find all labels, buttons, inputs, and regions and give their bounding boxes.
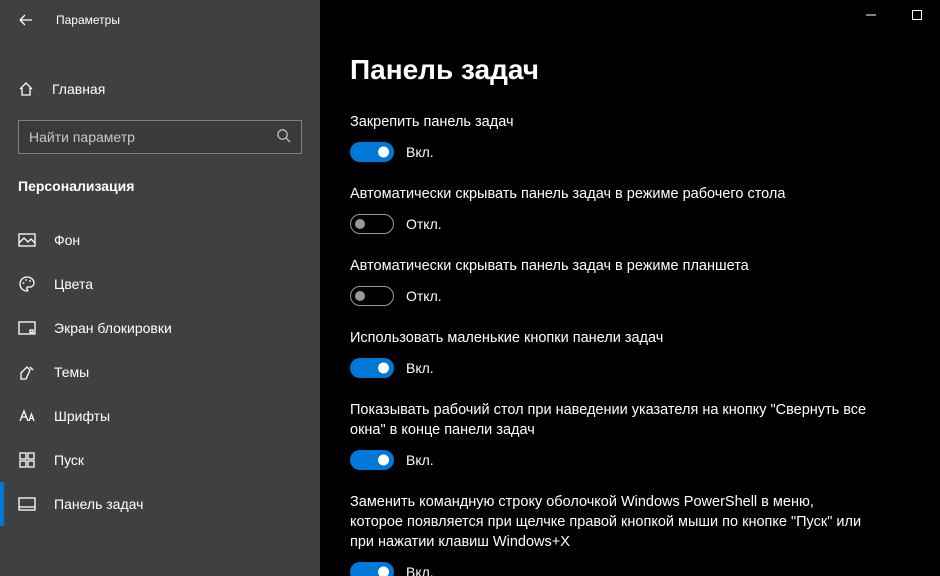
page-title: Панель задач: [350, 54, 910, 86]
setting-label: Использовать маленькие кнопки панели зад…: [350, 328, 870, 348]
search-placeholder: Найти параметр: [29, 129, 135, 145]
setting-label: Заменить командную строку оболочкой Wind…: [350, 492, 870, 552]
fonts-icon: [18, 409, 36, 423]
nav-label: Цвета: [54, 276, 93, 292]
maximize-button[interactable]: [894, 0, 940, 30]
palette-icon: [18, 275, 36, 293]
toggle-autohide-tablet[interactable]: [350, 286, 394, 306]
lockscreen-icon: [18, 321, 36, 335]
search-input[interactable]: Найти параметр: [18, 120, 302, 154]
nav-item-themes[interactable]: Темы: [0, 350, 320, 394]
toggle-state-label: Откл.: [406, 288, 442, 304]
home-nav[interactable]: Главная: [0, 68, 320, 110]
themes-icon: [18, 364, 36, 380]
setting-small-buttons: Использовать маленькие кнопки панели зад…: [350, 328, 870, 378]
setting-autohide-desktop: Автоматически скрывать панель задач в ре…: [350, 184, 870, 234]
toggle-powershell[interactable]: [350, 562, 394, 576]
setting-powershell: Заменить командную строку оболочкой Wind…: [350, 492, 870, 576]
nav-item-taskbar[interactable]: Панель задач: [0, 482, 320, 526]
nav-label: Панель задач: [54, 496, 143, 512]
nav-label: Пуск: [54, 452, 84, 468]
home-icon: [18, 81, 34, 97]
nav-item-start[interactable]: Пуск: [0, 438, 320, 482]
taskbar-icon: [18, 497, 36, 511]
nav-item-colors[interactable]: Цвета: [0, 262, 320, 306]
nav-item-background[interactable]: Фон: [0, 218, 320, 262]
toggle-lock-taskbar[interactable]: [350, 142, 394, 162]
main-content: Панель задач Закрепить панель задач Вкл.…: [320, 0, 940, 576]
toggle-state-label: Вкл.: [406, 144, 434, 160]
setting-autohide-tablet: Автоматически скрывать панель задач в ре…: [350, 256, 870, 306]
minimize-button[interactable]: [848, 0, 894, 30]
titlebar: Параметры: [0, 0, 320, 40]
back-icon[interactable]: [18, 12, 34, 28]
titlebar-title: Параметры: [56, 13, 120, 27]
setting-label: Автоматически скрывать панель задач в ре…: [350, 256, 870, 276]
category-label: Персонализация: [0, 156, 320, 200]
toggle-small-buttons[interactable]: [350, 358, 394, 378]
toggle-state-label: Вкл.: [406, 452, 434, 468]
nav-label: Фон: [54, 232, 80, 248]
nav-label: Темы: [54, 364, 89, 380]
window-controls: [848, 0, 940, 30]
start-icon: [18, 452, 36, 468]
setting-peek-desktop: Показывать рабочий стол при наведении ук…: [350, 400, 870, 470]
nav-label: Экран блокировки: [54, 320, 172, 336]
toggle-autohide-desktop[interactable]: [350, 214, 394, 234]
nav-list: Фон Цвета Экран блокировки Темы: [0, 218, 320, 526]
nav-item-lockscreen[interactable]: Экран блокировки: [0, 306, 320, 350]
nav-item-fonts[interactable]: Шрифты: [0, 394, 320, 438]
setting-label: Показывать рабочий стол при наведении ук…: [350, 400, 870, 440]
home-label: Главная: [52, 81, 105, 97]
toggle-state-label: Вкл.: [406, 360, 434, 376]
toggle-peek-desktop[interactable]: [350, 450, 394, 470]
toggle-state-label: Вкл.: [406, 564, 434, 576]
picture-icon: [18, 233, 36, 247]
sidebar: Параметры Главная Найти параметр Персона…: [0, 0, 320, 576]
setting-label: Закрепить панель задач: [350, 112, 870, 132]
setting-label: Автоматически скрывать панель задач в ре…: [350, 184, 870, 204]
search-icon: [276, 128, 291, 146]
toggle-state-label: Откл.: [406, 216, 442, 232]
setting-lock-taskbar: Закрепить панель задач Вкл.: [350, 112, 870, 162]
nav-label: Шрифты: [54, 408, 110, 424]
